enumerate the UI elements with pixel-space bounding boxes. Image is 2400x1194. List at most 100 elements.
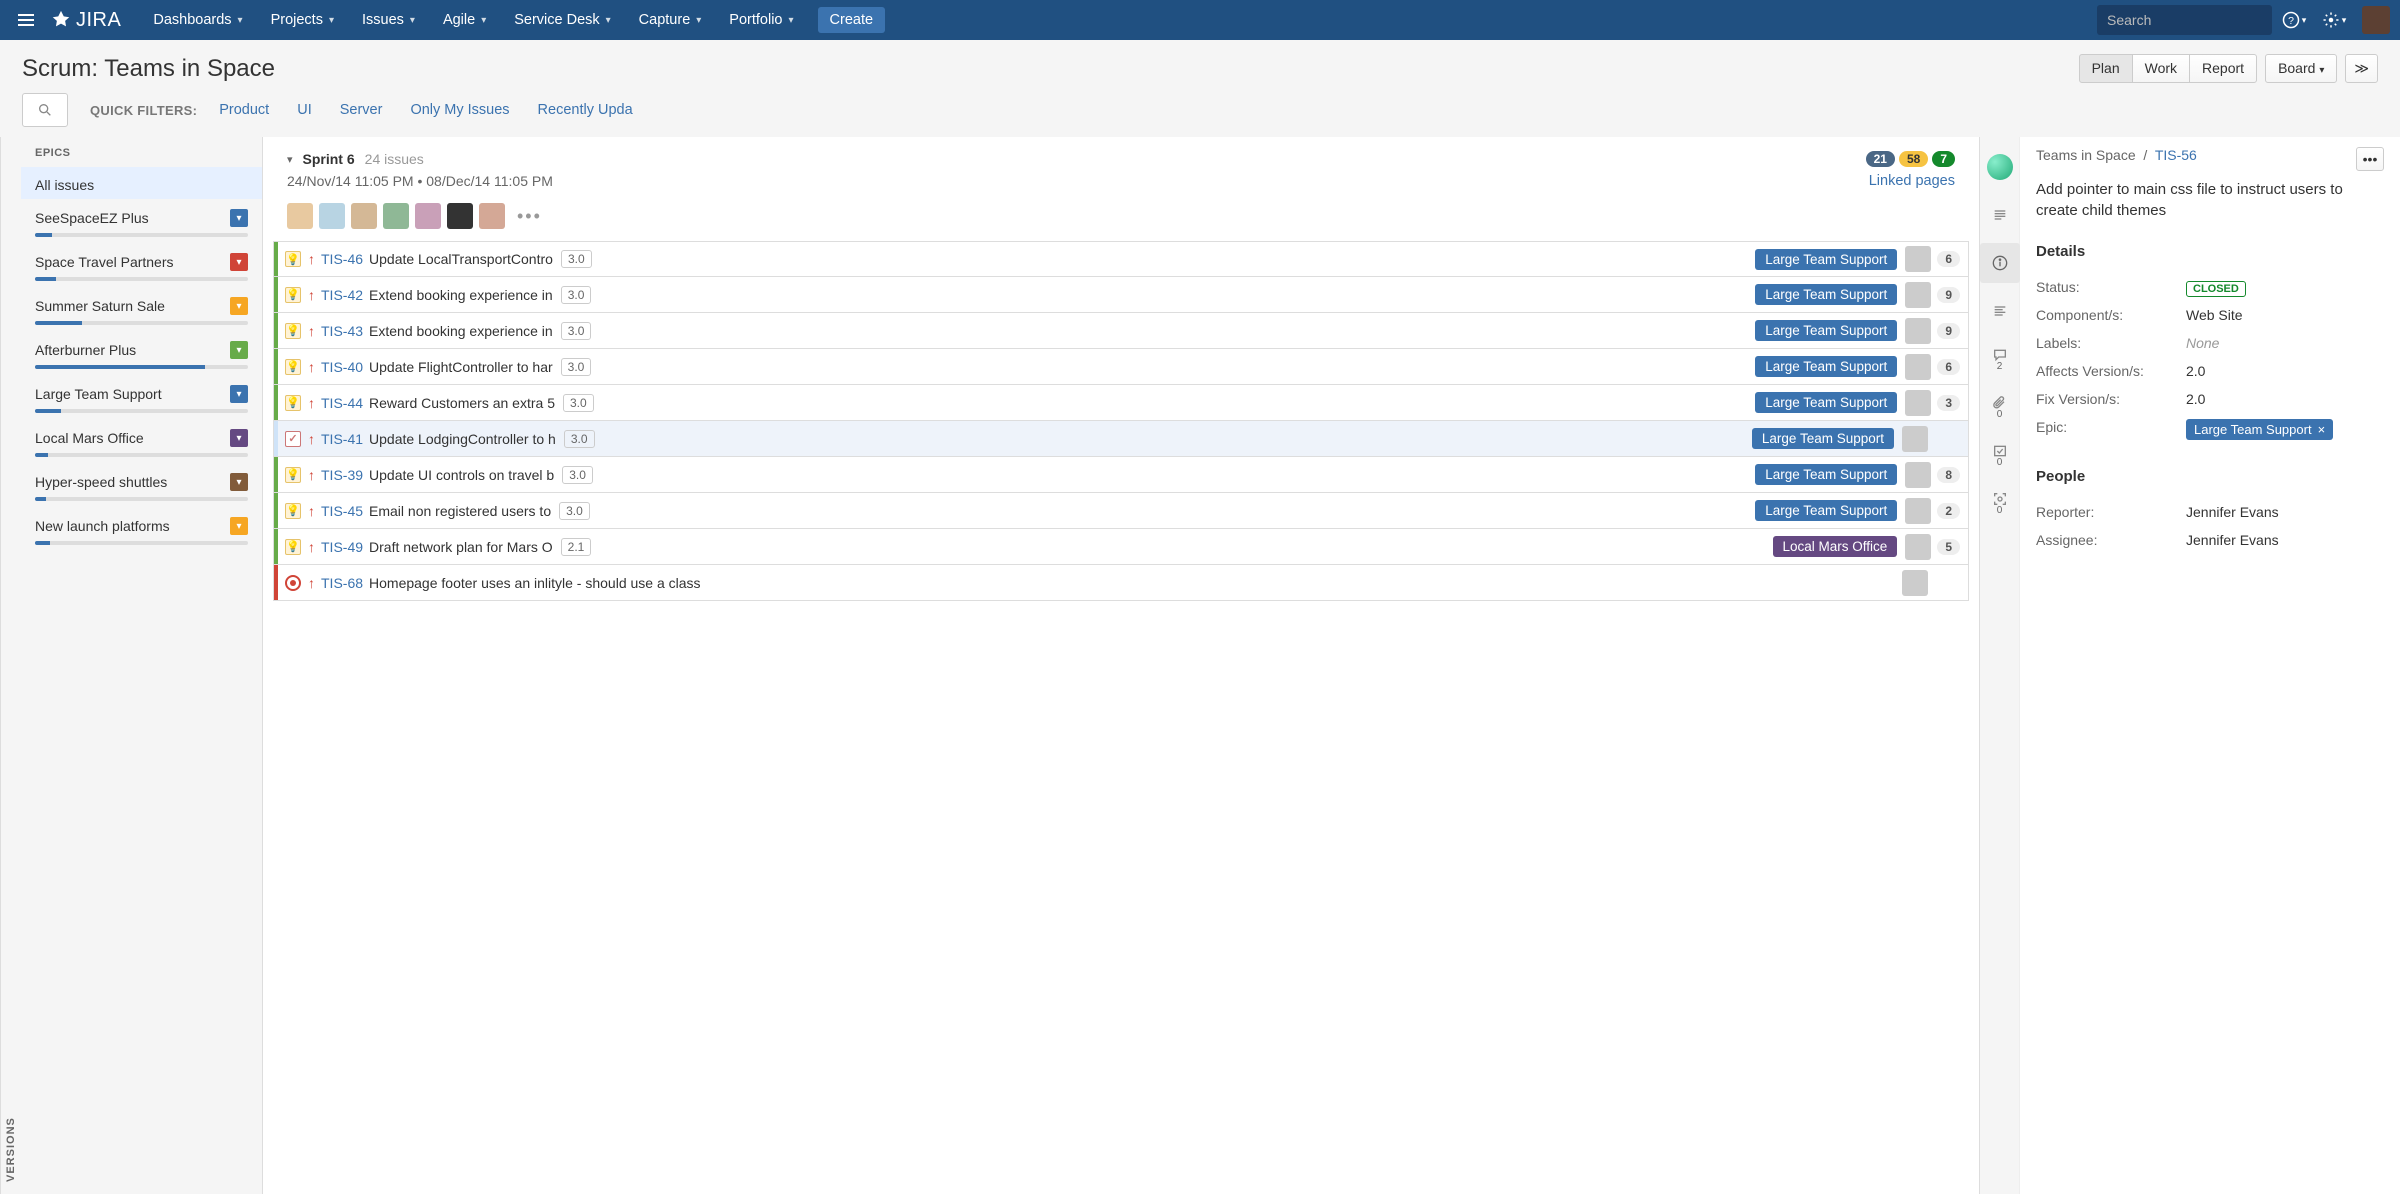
nav-item-service-desk[interactable]: Service Desk▾ <box>500 0 624 40</box>
epic-item[interactable]: SeeSpaceEZ Plus▾ <box>21 199 262 243</box>
quick-filter-ui[interactable]: UI <box>297 102 312 118</box>
nav-item-projects[interactable]: Projects▾ <box>257 0 348 40</box>
issue-row[interactable]: 💡 ↑ TIS-45 Email non registered users to… <box>273 493 1969 529</box>
quick-filter-recently-upda[interactable]: Recently Upda <box>538 102 633 118</box>
epic-tag[interactable]: Large Team Support× <box>2186 419 2333 440</box>
avatar[interactable] <box>351 203 377 229</box>
avatar[interactable] <box>447 203 473 229</box>
epic-item[interactable]: Hyper-speed shuttles▾ <box>21 463 262 507</box>
issue-epic-tag[interactable]: Large Team Support <box>1755 320 1897 341</box>
issue-key[interactable]: TIS-45 <box>321 503 363 519</box>
epic-item[interactable]: Local Mars Office▾ <box>21 419 262 463</box>
plan-button[interactable]: Plan <box>2079 54 2133 83</box>
issue-epic-tag[interactable]: Large Team Support <box>1755 284 1897 305</box>
issue-key[interactable]: TIS-43 <box>321 323 363 339</box>
gear-icon[interactable]: ▾ <box>2316 2 2352 38</box>
issue-key[interactable]: TIS-42 <box>321 287 363 303</box>
close-icon[interactable]: × <box>2318 422 2326 437</box>
expand-button[interactable]: ≫ <box>2345 54 2378 83</box>
detail-tab-description[interactable] <box>1980 195 2020 235</box>
avatar[interactable] <box>287 203 313 229</box>
chevron-down-icon[interactable]: ▾ <box>230 253 248 271</box>
assignee-avatar[interactable] <box>1905 534 1931 560</box>
quick-filter-search[interactable] <box>22 93 68 127</box>
issue-row[interactable]: 💡 ↑ TIS-40 Update FlightController to ha… <box>273 349 1969 385</box>
issue-epic-tag[interactable]: Local Mars Office <box>1773 536 1898 557</box>
quick-filter-product[interactable]: Product <box>219 102 269 118</box>
quick-filter-server[interactable]: Server <box>340 102 383 118</box>
issue-row[interactable]: 💡 ↑ TIS-39 Update UI controls on travel … <box>273 457 1969 493</box>
help-icon[interactable]: ?▾ <box>2276 2 2312 38</box>
assignee-avatar[interactable] <box>1905 318 1931 344</box>
epic-all-issues[interactable]: All issues <box>21 167 262 199</box>
chevron-down-icon[interactable]: ▾ <box>230 385 248 403</box>
more-avatars-icon[interactable]: ••• <box>517 206 542 227</box>
jira-logo[interactable]: JIRA <box>50 9 121 32</box>
avatar[interactable] <box>479 203 505 229</box>
issue-key[interactable]: TIS-40 <box>321 359 363 375</box>
detail-tab-info[interactable] <box>1980 243 2020 283</box>
issue-epic-tag[interactable]: Large Team Support <box>1755 392 1897 413</box>
avatar[interactable] <box>415 203 441 229</box>
chevron-down-icon[interactable]: ▾ <box>230 473 248 491</box>
chevron-down-icon[interactable]: ▾ <box>230 209 248 227</box>
issue-row[interactable]: 💡 ↑ TIS-49 Draft network plan for Mars O… <box>273 529 1969 565</box>
detail-tab-capture[interactable]: 0 <box>1980 483 2020 523</box>
issue-row[interactable]: 💡 ↑ TIS-44 Reward Customers an extra 5 3… <box>273 385 1969 421</box>
issue-key[interactable]: TIS-46 <box>321 251 363 267</box>
issue-row[interactable]: 💡 ↑ TIS-46 Update LocalTransportContro 3… <box>273 241 1969 277</box>
issue-row[interactable]: ✓ ↑ TIS-41 Update LodgingController to h… <box>273 421 1969 457</box>
quick-filter-only-my-issues[interactable]: Only My Issues <box>410 102 509 118</box>
detail-more-button[interactable]: ••• <box>2356 147 2384 171</box>
issue-epic-tag[interactable]: Large Team Support <box>1755 464 1897 485</box>
nav-item-dashboards[interactable]: Dashboards▾ <box>139 0 256 40</box>
issue-epic-tag[interactable]: Large Team Support <box>1755 249 1897 270</box>
assignee-avatar[interactable] <box>1905 246 1931 272</box>
assignee-avatar[interactable] <box>1905 462 1931 488</box>
epic-item[interactable]: Afterburner Plus▾ <box>21 331 262 375</box>
nav-item-issues[interactable]: Issues▾ <box>348 0 429 40</box>
detail-tab-project[interactable] <box>1980 147 2020 187</box>
issue-key[interactable]: TIS-49 <box>321 539 363 555</box>
issue-key[interactable]: TIS-44 <box>321 395 363 411</box>
create-button[interactable]: Create <box>818 7 886 33</box>
issue-epic-tag[interactable]: Large Team Support <box>1755 500 1897 521</box>
issue-key[interactable]: TIS-41 <box>321 431 363 447</box>
assignee-avatar[interactable] <box>1905 498 1931 524</box>
epic-item[interactable]: Space Travel Partners▾ <box>21 243 262 287</box>
epic-item[interactable]: Summer Saturn Sale▾ <box>21 287 262 331</box>
user-avatar[interactable] <box>2362 6 2390 34</box>
search-box[interactable] <box>2097 5 2272 35</box>
board-dropdown[interactable]: Board ▾ <box>2265 54 2337 83</box>
issue-epic-tag[interactable]: Large Team Support <box>1752 428 1894 449</box>
epic-item[interactable]: Large Team Support▾ <box>21 375 262 419</box>
issue-row[interactable]: 💡 ↑ TIS-42 Extend booking experience in … <box>273 277 1969 313</box>
assignee-avatar[interactable] <box>1905 282 1931 308</box>
detail-tab-left[interactable] <box>1980 291 2020 331</box>
issue-epic-tag[interactable]: Large Team Support <box>1755 356 1897 377</box>
issue-key[interactable]: TIS-39 <box>321 467 363 483</box>
epic-item[interactable]: New launch platforms▾ <box>21 507 262 551</box>
detail-tab-subtasks[interactable]: 0 <box>1980 435 2020 475</box>
detail-tab-attachments[interactable]: 0 <box>1980 387 2020 427</box>
issue-key-link[interactable]: TIS-56 <box>2155 147 2197 163</box>
menu-icon[interactable] <box>10 4 42 36</box>
versions-tab[interactable]: VERSIONS <box>0 137 21 1194</box>
linked-pages-link[interactable]: Linked pages <box>1869 173 1955 189</box>
assignee-avatar[interactable] <box>1905 390 1931 416</box>
issue-row[interactable]: 💡 ↑ TIS-43 Extend booking experience in … <box>273 313 1969 349</box>
nav-item-agile[interactable]: Agile▾ <box>429 0 500 40</box>
nav-item-capture[interactable]: Capture▾ <box>625 0 716 40</box>
collapse-icon[interactable]: ▾ <box>287 153 293 166</box>
assignee-avatar[interactable] <box>1902 426 1928 452</box>
report-button[interactable]: Report <box>2189 54 2257 83</box>
assignee-avatar[interactable] <box>1905 354 1931 380</box>
work-button[interactable]: Work <box>2132 54 2190 83</box>
chevron-down-icon[interactable]: ▾ <box>230 517 248 535</box>
chevron-down-icon[interactable]: ▾ <box>230 341 248 359</box>
avatar[interactable] <box>319 203 345 229</box>
issue-key[interactable]: TIS-68 <box>321 575 363 591</box>
avatar[interactable] <box>383 203 409 229</box>
chevron-down-icon[interactable]: ▾ <box>230 429 248 447</box>
chevron-down-icon[interactable]: ▾ <box>230 297 248 315</box>
